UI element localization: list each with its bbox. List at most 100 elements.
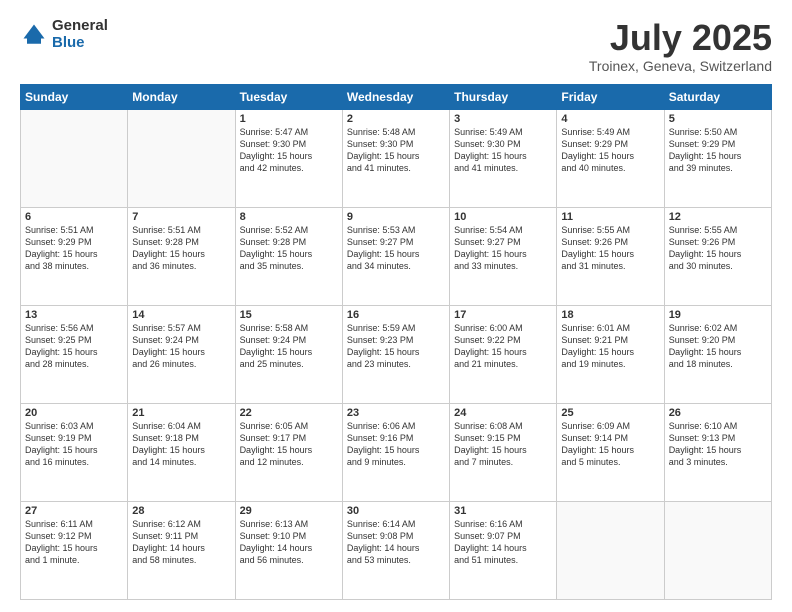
header-row: Sunday Monday Tuesday Wednesday Thursday… <box>21 84 772 109</box>
calendar-cell: 31Sunrise: 6:16 AM Sunset: 9:07 PM Dayli… <box>450 501 557 599</box>
calendar-cell: 25Sunrise: 6:09 AM Sunset: 9:14 PM Dayli… <box>557 403 664 501</box>
calendar-cell: 21Sunrise: 6:04 AM Sunset: 9:18 PM Dayli… <box>128 403 235 501</box>
day-info: Sunrise: 5:51 AM Sunset: 9:29 PM Dayligh… <box>25 224 123 273</box>
calendar-cell: 1Sunrise: 5:47 AM Sunset: 9:30 PM Daylig… <box>235 109 342 207</box>
day-info: Sunrise: 6:09 AM Sunset: 9:14 PM Dayligh… <box>561 420 659 469</box>
day-number: 30 <box>347 505 445 517</box>
day-number: 18 <box>561 309 659 321</box>
calendar-cell: 29Sunrise: 6:13 AM Sunset: 9:10 PM Dayli… <box>235 501 342 599</box>
day-info: Sunrise: 5:57 AM Sunset: 9:24 PM Dayligh… <box>132 322 230 371</box>
week-row-5: 27Sunrise: 6:11 AM Sunset: 9:12 PM Dayli… <box>21 501 772 599</box>
calendar-cell: 27Sunrise: 6:11 AM Sunset: 9:12 PM Dayli… <box>21 501 128 599</box>
day-number: 25 <box>561 407 659 419</box>
logo-text: General Blue <box>52 18 108 51</box>
day-number: 19 <box>669 309 767 321</box>
calendar-cell <box>664 501 771 599</box>
day-info: Sunrise: 5:54 AM Sunset: 9:27 PM Dayligh… <box>454 224 552 273</box>
calendar-cell: 15Sunrise: 5:58 AM Sunset: 9:24 PM Dayli… <box>235 305 342 403</box>
calendar-cell: 30Sunrise: 6:14 AM Sunset: 9:08 PM Dayli… <box>342 501 449 599</box>
day-number: 4 <box>561 113 659 125</box>
day-number: 11 <box>561 211 659 223</box>
calendar-cell: 28Sunrise: 6:12 AM Sunset: 9:11 PM Dayli… <box>128 501 235 599</box>
col-tuesday: Tuesday <box>235 84 342 109</box>
day-number: 9 <box>347 211 445 223</box>
col-wednesday: Wednesday <box>342 84 449 109</box>
day-number: 6 <box>25 211 123 223</box>
day-info: Sunrise: 5:49 AM Sunset: 9:30 PM Dayligh… <box>454 126 552 175</box>
day-info: Sunrise: 5:55 AM Sunset: 9:26 PM Dayligh… <box>669 224 767 273</box>
day-number: 1 <box>240 113 338 125</box>
calendar-cell: 10Sunrise: 5:54 AM Sunset: 9:27 PM Dayli… <box>450 207 557 305</box>
col-friday: Friday <box>557 84 664 109</box>
day-info: Sunrise: 6:14 AM Sunset: 9:08 PM Dayligh… <box>347 518 445 567</box>
day-number: 24 <box>454 407 552 419</box>
logo-general: General <box>52 18 108 35</box>
day-number: 20 <box>25 407 123 419</box>
calendar-cell <box>128 109 235 207</box>
calendar-cell <box>21 109 128 207</box>
calendar-table: Sunday Monday Tuesday Wednesday Thursday… <box>20 84 772 600</box>
logo: General Blue <box>20 18 108 51</box>
calendar-cell: 26Sunrise: 6:10 AM Sunset: 9:13 PM Dayli… <box>664 403 771 501</box>
calendar-header: Sunday Monday Tuesday Wednesday Thursday… <box>21 84 772 109</box>
calendar-cell: 6Sunrise: 5:51 AM Sunset: 9:29 PM Daylig… <box>21 207 128 305</box>
day-number: 8 <box>240 211 338 223</box>
day-info: Sunrise: 6:11 AM Sunset: 9:12 PM Dayligh… <box>25 518 123 567</box>
week-row-4: 20Sunrise: 6:03 AM Sunset: 9:19 PM Dayli… <box>21 403 772 501</box>
day-info: Sunrise: 6:01 AM Sunset: 9:21 PM Dayligh… <box>561 322 659 371</box>
day-info: Sunrise: 5:53 AM Sunset: 9:27 PM Dayligh… <box>347 224 445 273</box>
header: General Blue July 2025 Troinex, Geneva, … <box>20 18 772 74</box>
day-info: Sunrise: 5:55 AM Sunset: 9:26 PM Dayligh… <box>561 224 659 273</box>
day-number: 26 <box>669 407 767 419</box>
day-info: Sunrise: 5:49 AM Sunset: 9:29 PM Dayligh… <box>561 126 659 175</box>
calendar-cell: 14Sunrise: 5:57 AM Sunset: 9:24 PM Dayli… <box>128 305 235 403</box>
day-number: 3 <box>454 113 552 125</box>
day-info: Sunrise: 6:00 AM Sunset: 9:22 PM Dayligh… <box>454 322 552 371</box>
day-number: 13 <box>25 309 123 321</box>
day-info: Sunrise: 6:04 AM Sunset: 9:18 PM Dayligh… <box>132 420 230 469</box>
calendar-body: 1Sunrise: 5:47 AM Sunset: 9:30 PM Daylig… <box>21 109 772 599</box>
day-info: Sunrise: 6:06 AM Sunset: 9:16 PM Dayligh… <box>347 420 445 469</box>
col-thursday: Thursday <box>450 84 557 109</box>
calendar-cell: 20Sunrise: 6:03 AM Sunset: 9:19 PM Dayli… <box>21 403 128 501</box>
calendar-cell: 4Sunrise: 5:49 AM Sunset: 9:29 PM Daylig… <box>557 109 664 207</box>
calendar-cell <box>557 501 664 599</box>
calendar-cell: 17Sunrise: 6:00 AM Sunset: 9:22 PM Dayli… <box>450 305 557 403</box>
calendar-cell: 3Sunrise: 5:49 AM Sunset: 9:30 PM Daylig… <box>450 109 557 207</box>
calendar-cell: 11Sunrise: 5:55 AM Sunset: 9:26 PM Dayli… <box>557 207 664 305</box>
day-info: Sunrise: 5:58 AM Sunset: 9:24 PM Dayligh… <box>240 322 338 371</box>
day-info: Sunrise: 6:02 AM Sunset: 9:20 PM Dayligh… <box>669 322 767 371</box>
day-number: 17 <box>454 309 552 321</box>
calendar-cell: 8Sunrise: 5:52 AM Sunset: 9:28 PM Daylig… <box>235 207 342 305</box>
day-number: 31 <box>454 505 552 517</box>
day-number: 2 <box>347 113 445 125</box>
day-info: Sunrise: 6:12 AM Sunset: 9:11 PM Dayligh… <box>132 518 230 567</box>
day-info: Sunrise: 6:05 AM Sunset: 9:17 PM Dayligh… <box>240 420 338 469</box>
week-row-3: 13Sunrise: 5:56 AM Sunset: 9:25 PM Dayli… <box>21 305 772 403</box>
day-info: Sunrise: 5:56 AM Sunset: 9:25 PM Dayligh… <box>25 322 123 371</box>
calendar-cell: 2Sunrise: 5:48 AM Sunset: 9:30 PM Daylig… <box>342 109 449 207</box>
day-number: 12 <box>669 211 767 223</box>
logo-blue: Blue <box>52 35 108 52</box>
day-info: Sunrise: 6:10 AM Sunset: 9:13 PM Dayligh… <box>669 420 767 469</box>
day-info: Sunrise: 6:03 AM Sunset: 9:19 PM Dayligh… <box>25 420 123 469</box>
calendar-cell: 7Sunrise: 5:51 AM Sunset: 9:28 PM Daylig… <box>128 207 235 305</box>
calendar-cell: 24Sunrise: 6:08 AM Sunset: 9:15 PM Dayli… <box>450 403 557 501</box>
day-info: Sunrise: 5:50 AM Sunset: 9:29 PM Dayligh… <box>669 126 767 175</box>
day-number: 27 <box>25 505 123 517</box>
calendar-cell: 13Sunrise: 5:56 AM Sunset: 9:25 PM Dayli… <box>21 305 128 403</box>
day-number: 10 <box>454 211 552 223</box>
calendar-cell: 12Sunrise: 5:55 AM Sunset: 9:26 PM Dayli… <box>664 207 771 305</box>
calendar-cell: 19Sunrise: 6:02 AM Sunset: 9:20 PM Dayli… <box>664 305 771 403</box>
logo-icon <box>20 21 48 49</box>
title-block: July 2025 Troinex, Geneva, Switzerland <box>589 18 772 74</box>
col-monday: Monday <box>128 84 235 109</box>
calendar-cell: 23Sunrise: 6:06 AM Sunset: 9:16 PM Dayli… <box>342 403 449 501</box>
day-info: Sunrise: 5:47 AM Sunset: 9:30 PM Dayligh… <box>240 126 338 175</box>
day-number: 28 <box>132 505 230 517</box>
calendar-cell: 18Sunrise: 6:01 AM Sunset: 9:21 PM Dayli… <box>557 305 664 403</box>
calendar-cell: 5Sunrise: 5:50 AM Sunset: 9:29 PM Daylig… <box>664 109 771 207</box>
day-info: Sunrise: 5:59 AM Sunset: 9:23 PM Dayligh… <box>347 322 445 371</box>
week-row-2: 6Sunrise: 5:51 AM Sunset: 9:29 PM Daylig… <box>21 207 772 305</box>
subtitle: Troinex, Geneva, Switzerland <box>589 58 772 74</box>
